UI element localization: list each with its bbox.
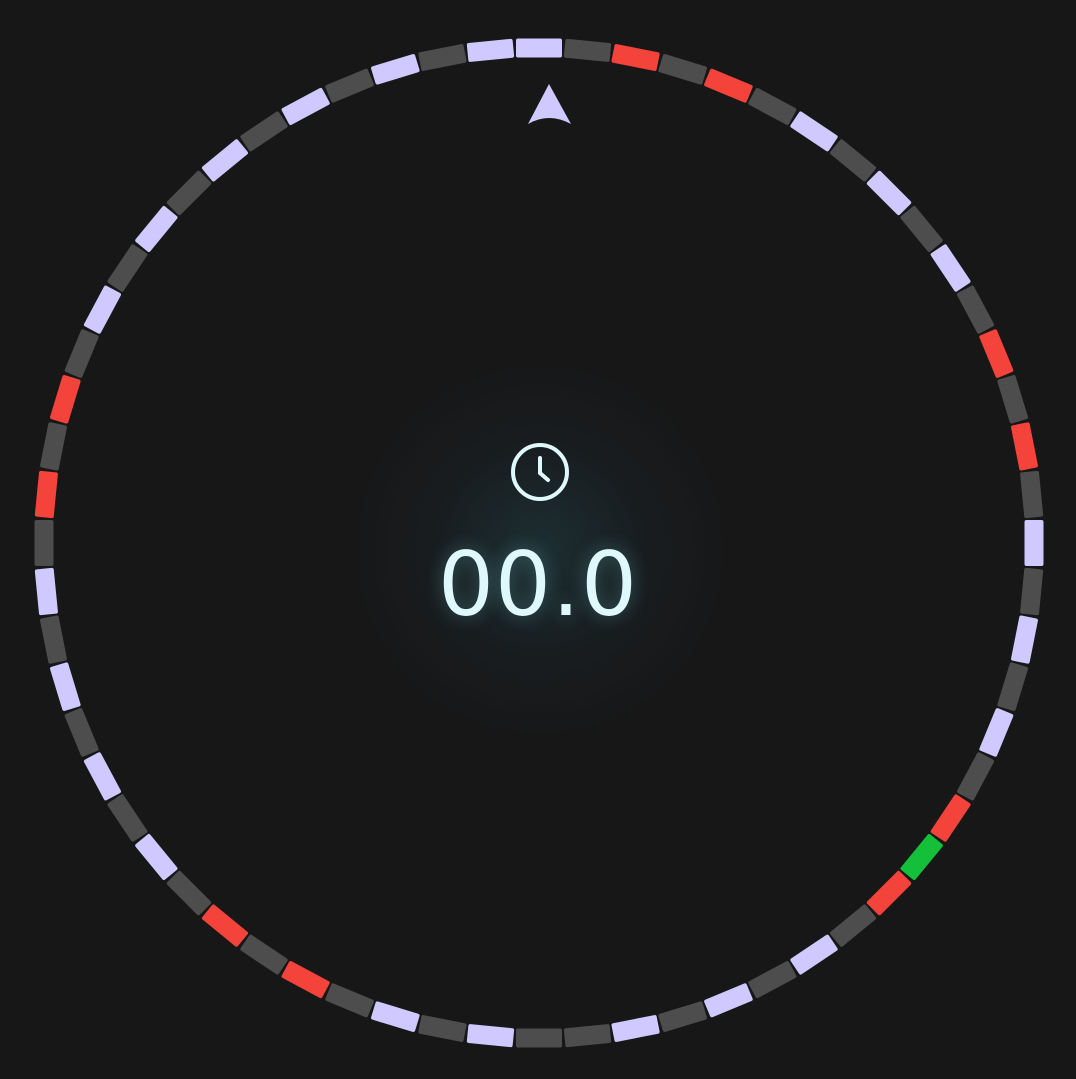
wheel-segment-gray <box>40 422 67 471</box>
wheel-segment-gray <box>997 375 1028 424</box>
navigation-arrow-icon <box>528 84 571 124</box>
wheel-segment-gray <box>418 44 467 71</box>
wheel-segment-red <box>866 870 912 916</box>
wheel-segment-gray <box>830 904 877 947</box>
wheel-segment-gray <box>900 205 943 252</box>
wheel-segment-gray <box>64 708 99 757</box>
wheel-segment-gray <box>34 520 54 566</box>
wheel-segment-gray <box>748 87 797 125</box>
wheel-segment-lavender <box>371 1001 420 1032</box>
wheel-segment-lavender <box>83 285 121 334</box>
wheel-segment-red <box>704 68 753 103</box>
wheel-segment-red <box>201 904 248 947</box>
wheel-segment-gray <box>107 244 148 292</box>
wheel-segment-red <box>979 329 1014 378</box>
wheel-segment-gray <box>64 329 99 378</box>
wheel-segment-lavender <box>83 752 121 801</box>
wheel-segment-gray <box>563 1024 612 1048</box>
wheel-segment-red <box>611 44 660 71</box>
wheel-segment-gray <box>516 1028 562 1048</box>
wheel-segment-gray <box>1020 567 1044 616</box>
wheel-segment-gray <box>240 934 288 975</box>
wheel-segment-lavender <box>466 38 515 62</box>
wheel-segment-gray <box>166 170 212 216</box>
wheel-segment-lavender <box>466 1024 515 1048</box>
wheel-segment-red <box>50 375 81 424</box>
wheel-segment-lavender <box>201 139 248 182</box>
wheel-segment-lavender <box>516 38 562 58</box>
wheel-segment-gray <box>957 752 995 801</box>
wheel-segment-red <box>34 470 58 519</box>
wheel-segment-green <box>900 834 943 881</box>
wheel-segment-gray <box>1020 470 1044 519</box>
timer-value: 00.0 <box>438 533 638 636</box>
wheel-segment-gray <box>325 68 374 103</box>
wheel-segment-gray <box>658 1001 707 1032</box>
wheel-segment-gray <box>830 139 877 182</box>
wheel-segment-lavender <box>790 111 838 152</box>
wheel-segment-gray <box>166 870 212 916</box>
wheel-segment-gray <box>658 54 707 85</box>
wheel-segment-red <box>930 794 971 842</box>
wheel-segment-gray <box>240 111 288 152</box>
wheel-segment-lavender <box>930 244 971 292</box>
wheel-segment-gray <box>40 615 67 664</box>
wheel-segment-lavender <box>135 205 178 252</box>
wheel-segment-gray <box>107 794 148 842</box>
wheel-segment-lavender <box>866 170 912 216</box>
wheel-segment-lavender <box>50 662 81 711</box>
wheel-segment-red <box>1011 422 1038 471</box>
wheel-segment-lavender <box>135 834 178 881</box>
wheel-segment-lavender <box>1011 615 1038 664</box>
wheel-segment-gray <box>997 662 1028 711</box>
wheel-segment-gray <box>418 1015 467 1042</box>
wheel-segment-gray <box>563 38 612 62</box>
wheel-segment-gray <box>325 983 374 1018</box>
clock-icon <box>511 443 569 501</box>
wheel-segment-lavender <box>1024 520 1044 566</box>
wheel-segment-lavender <box>790 934 838 975</box>
wheel-segment-red <box>281 961 330 999</box>
wheel-segment-gray <box>957 285 995 334</box>
wheel-segment-lavender <box>371 54 420 85</box>
wheel-segment-lavender <box>611 1015 660 1042</box>
wheel-segment-lavender <box>979 708 1014 757</box>
wheel-segment-lavender <box>704 983 753 1018</box>
game-stage: 00.0 <box>0 0 1076 1079</box>
wheel-segment-gray <box>748 961 797 999</box>
wheel-segment-lavender <box>34 567 58 616</box>
wheel-segment-lavender <box>281 87 330 125</box>
